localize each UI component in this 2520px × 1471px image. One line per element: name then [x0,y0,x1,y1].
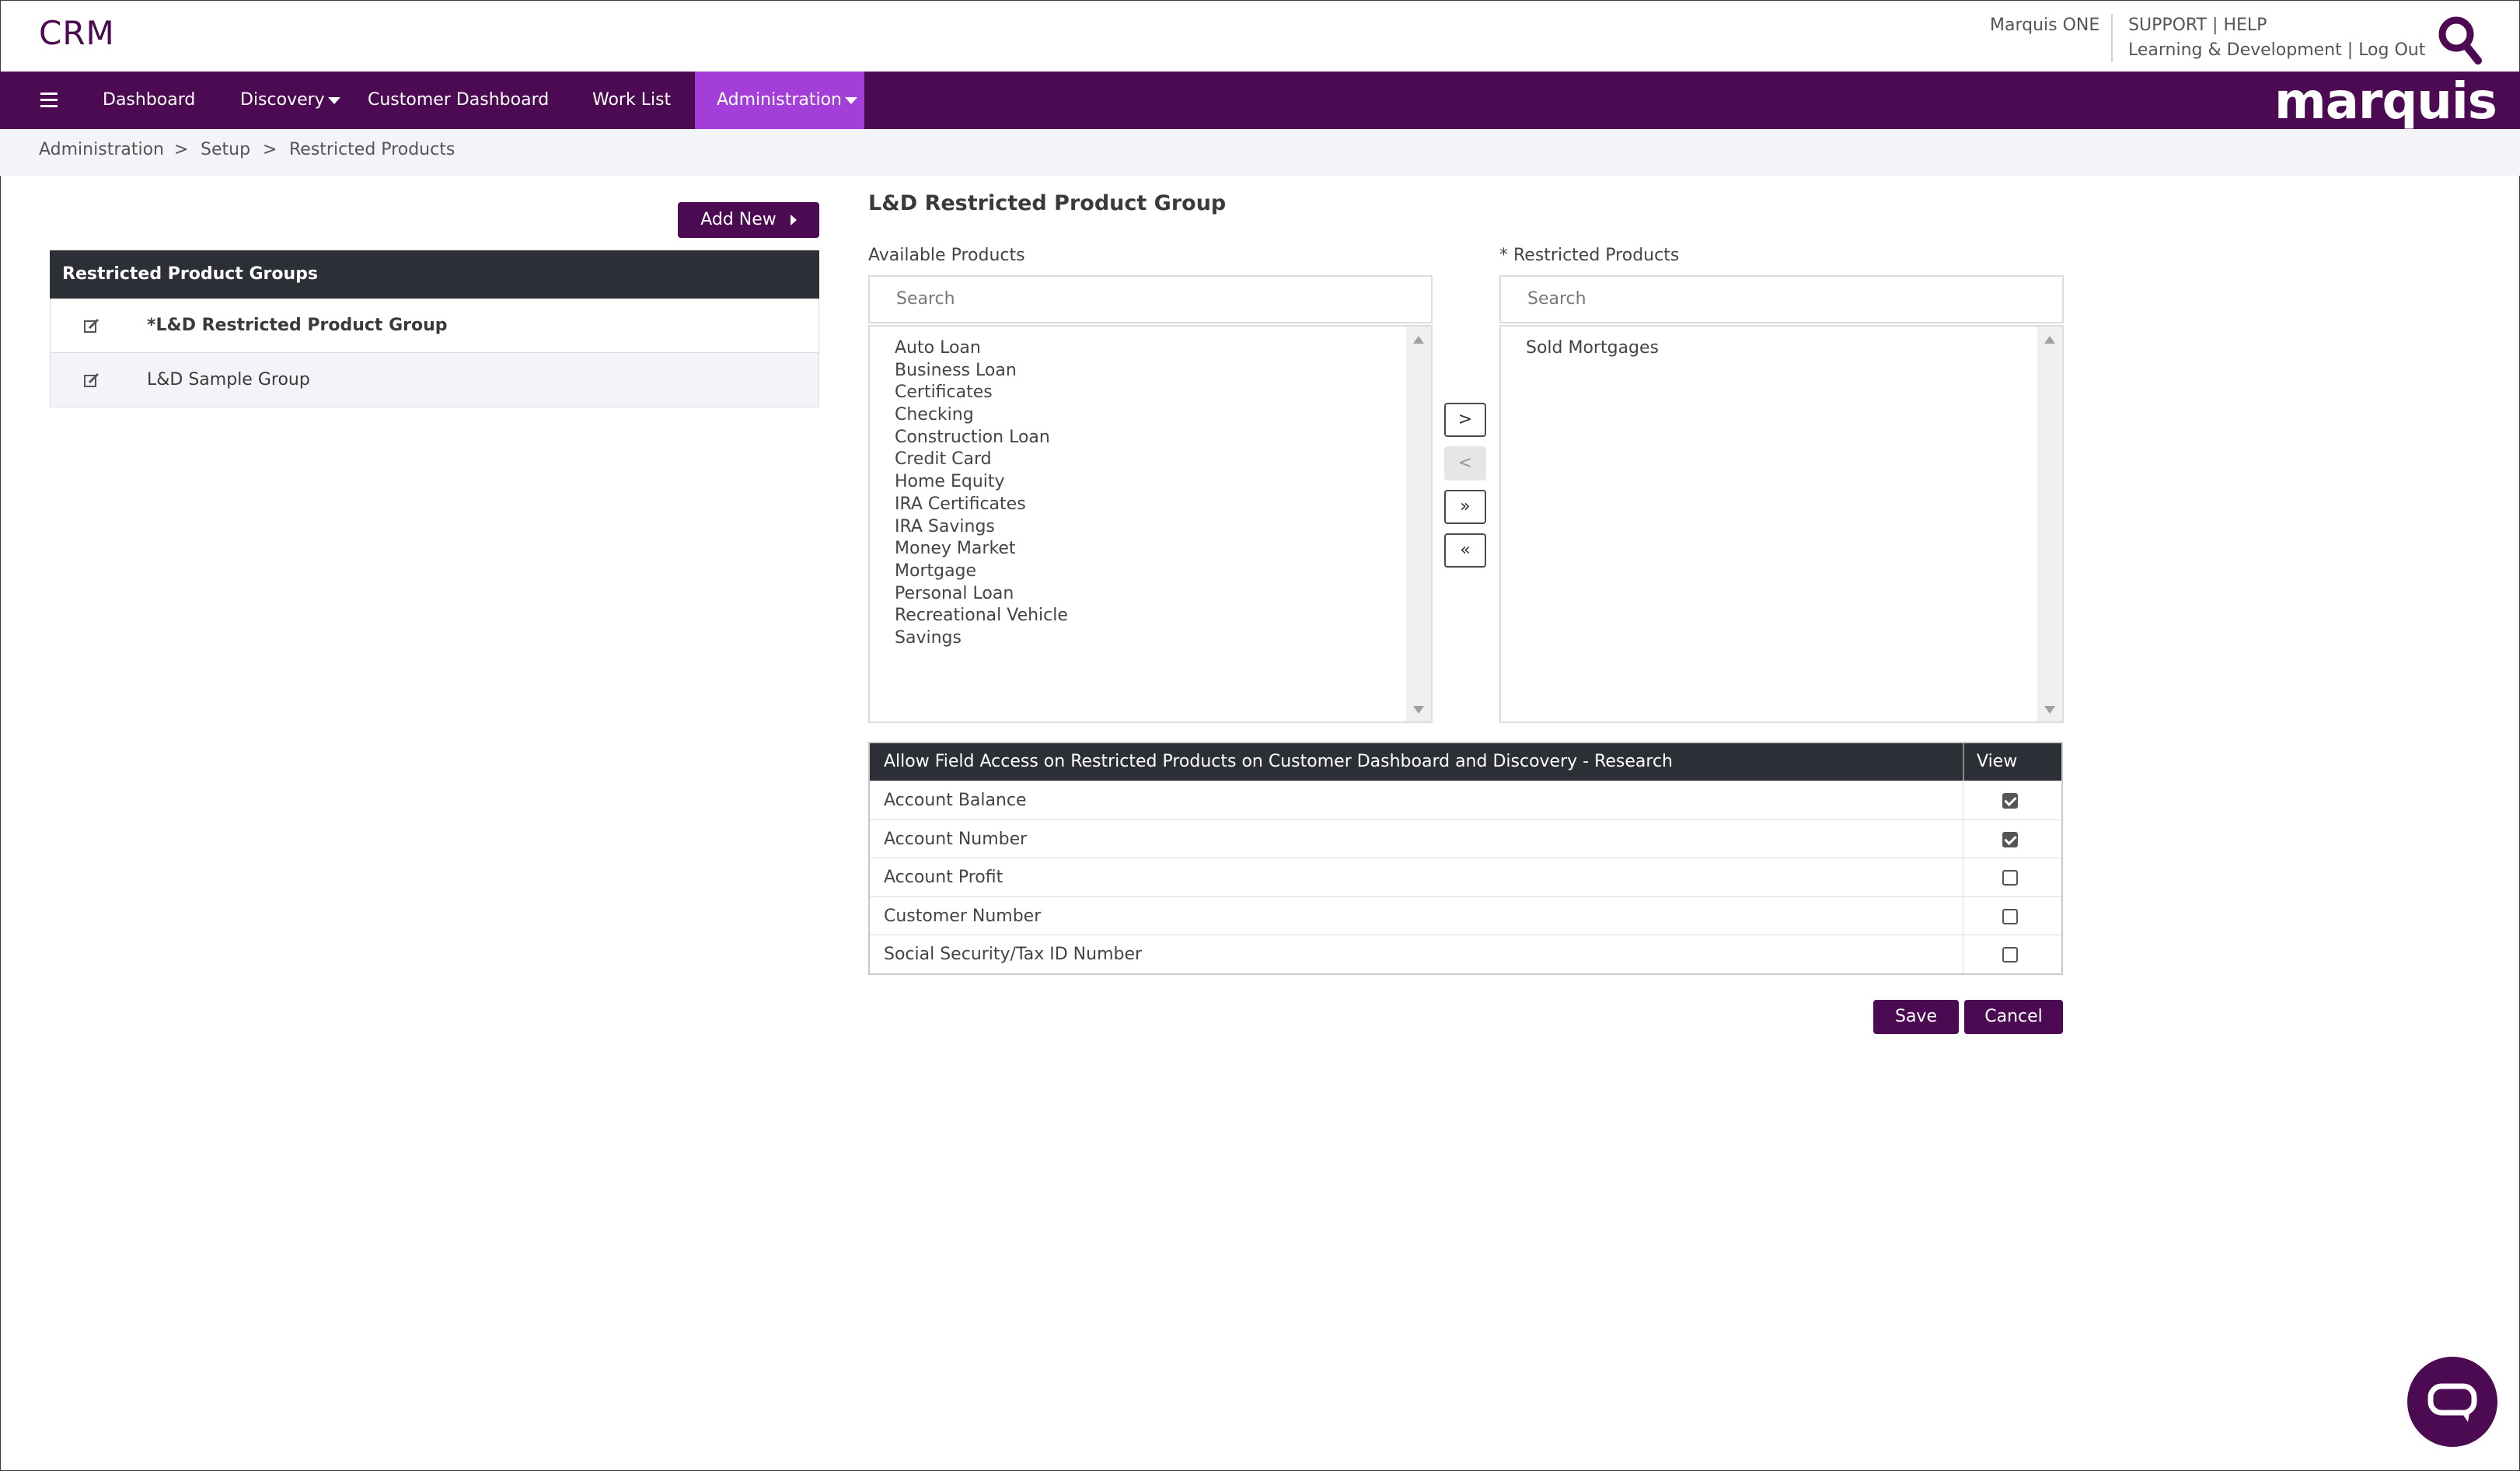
view-checkbox[interactable] [2002,831,2018,847]
list-item[interactable]: Savings [895,627,1068,650]
scroll-up-icon[interactable] [2044,336,2055,344]
groups-table-header: Restricted Product Groups [50,250,819,299]
list-item[interactable]: Construction Loan [895,427,1068,449]
marquis-logo: marquis [2274,73,2497,131]
move-right-button[interactable]: > [1444,403,1486,437]
cancel-button[interactable]: Cancel [1964,1000,2063,1034]
add-new-label: Add New [700,210,777,229]
table-row: Account Profit [870,858,2061,897]
available-products-list[interactable]: Auto Loan Business Loan Certificates Checki… [868,325,1433,723]
table-row: Social Security/Tax ID Number [870,935,2061,974]
list-item[interactable]: Credit Card [895,449,1068,471]
save-button[interactable]: Save [1873,1000,1959,1034]
restricted-items: Sold Mortgages [1526,337,1659,360]
field-label: Customer Number [884,906,1042,926]
restricted-search-input[interactable]: Search [1499,275,2064,323]
nav-work-list[interactable]: Work List [592,72,671,129]
list-item[interactable]: Certificates [895,382,1068,404]
scroll-down-icon[interactable] [2044,706,2055,714]
breadcrumb-setup[interactable]: Setup [201,140,250,159]
field-label: Account Balance [884,791,1027,810]
field-label: Account Profit [884,868,1003,888]
field-access-table: Allow Field Access on Restricted Product… [868,742,2063,975]
window-frame [0,0,2520,1471]
view-column-header: View [1977,752,2018,771]
list-item[interactable]: Mortgage [895,561,1068,583]
scrollbar[interactable] [2037,327,2062,722]
app-title: CRM [39,14,115,52]
caret-down-icon [327,96,340,104]
list-item[interactable]: Auto Loan [895,337,1068,360]
table-row: Customer Number [870,896,2061,936]
move-all-right-button[interactable]: » [1444,490,1486,524]
move-left-button[interactable]: < [1444,446,1486,480]
view-checkbox[interactable] [2002,870,2018,886]
nav-dashboard[interactable]: Dashboard [103,72,195,129]
breadcrumb-restricted-products: Restricted Products [289,140,455,159]
nav-discovery-label: Discovery [240,90,325,110]
group-title: L&D Restricted Product Group [868,191,1227,215]
list-item[interactable]: Money Market [895,538,1068,561]
chat-button[interactable] [2407,1357,2497,1447]
nav-discovery[interactable]: Discovery [240,72,340,129]
account-links: Learning & Development | Log Out [2128,40,2425,60]
view-checkbox[interactable] [2002,793,2018,809]
search-icon[interactable] [2434,14,2484,67]
table-row: Account Number [870,819,2061,859]
scrollbar[interactable] [1406,327,1431,722]
edit-icon[interactable] [83,372,100,389]
column-divider [1963,743,1964,781]
view-checkbox[interactable] [2002,908,2018,924]
nav-customer-dashboard[interactable]: Customer Dashboard [368,72,549,129]
list-item[interactable]: IRA Certificates [895,494,1068,516]
group-row[interactable]: L&D Sample Group [50,353,819,407]
list-item[interactable]: Business Loan [895,360,1068,383]
link-separator: | [2347,40,2354,60]
scroll-down-icon[interactable] [1413,706,1424,714]
field-access-header: Allow Field Access on Restricted Product… [870,743,2061,781]
available-search-input[interactable]: Search [868,275,1433,323]
group-row[interactable]: *L&D Restricted Product Group [50,299,819,353]
learning-link[interactable]: Learning & Development [2128,40,2342,60]
chat-bubble-icon [2428,1383,2477,1422]
view-checkbox[interactable] [2002,947,2018,963]
list-item[interactable]: Home Equity [895,471,1068,494]
restricted-products-list[interactable]: Sold Mortgages [1499,325,2064,723]
available-items: Auto Loan Business Loan Certificates Checki… [895,337,1068,650]
nav-administration-label: Administration [717,90,842,110]
available-products-label: Available Products [868,246,1025,265]
list-item[interactable]: Recreational Vehicle [895,605,1068,627]
scroll-up-icon[interactable] [1413,336,1424,344]
move-all-left-button[interactable]: « [1444,533,1486,568]
add-new-button[interactable]: Add New [678,202,819,238]
group-name: *L&D Restricted Product Group [147,316,448,335]
list-item[interactable]: Sold Mortgages [1526,337,1659,360]
brand-label: Marquis ONE [1990,16,2100,35]
main-nav: Dashboard Discovery Customer Dashboard W… [0,72,2520,131]
help-link[interactable]: HELP [2223,16,2267,35]
hamburger-menu-icon[interactable] [40,93,58,108]
table-row: Account Balance [870,781,2061,820]
field-label: Social Security/Tax ID Number [884,945,1143,965]
list-item[interactable]: IRA Savings [895,516,1068,539]
nav-administration[interactable]: Administration [695,72,864,129]
list-item[interactable]: Personal Loan [895,583,1068,606]
header-divider [2111,14,2113,62]
breadcrumb-separator: > [174,140,189,159]
logout-link[interactable]: Log Out [2358,40,2425,60]
link-separator: | [2212,16,2218,35]
breadcrumb-separator: > [263,140,277,159]
field-label: Account Number [884,829,1028,849]
support-link[interactable]: SUPPORT [2128,16,2207,35]
restricted-products-label: * Restricted Products [1499,246,1680,265]
list-item[interactable]: Checking [895,404,1068,427]
edit-icon[interactable] [83,317,100,334]
breadcrumb-administration[interactable]: Administration [39,140,164,159]
group-name: L&D Sample Group [147,370,310,390]
support-links: SUPPORT | HELP [2128,16,2267,35]
caret-down-icon [844,96,857,104]
arrow-right-icon [790,215,797,225]
field-access-title: Allow Field Access on Restricted Product… [884,752,1673,771]
